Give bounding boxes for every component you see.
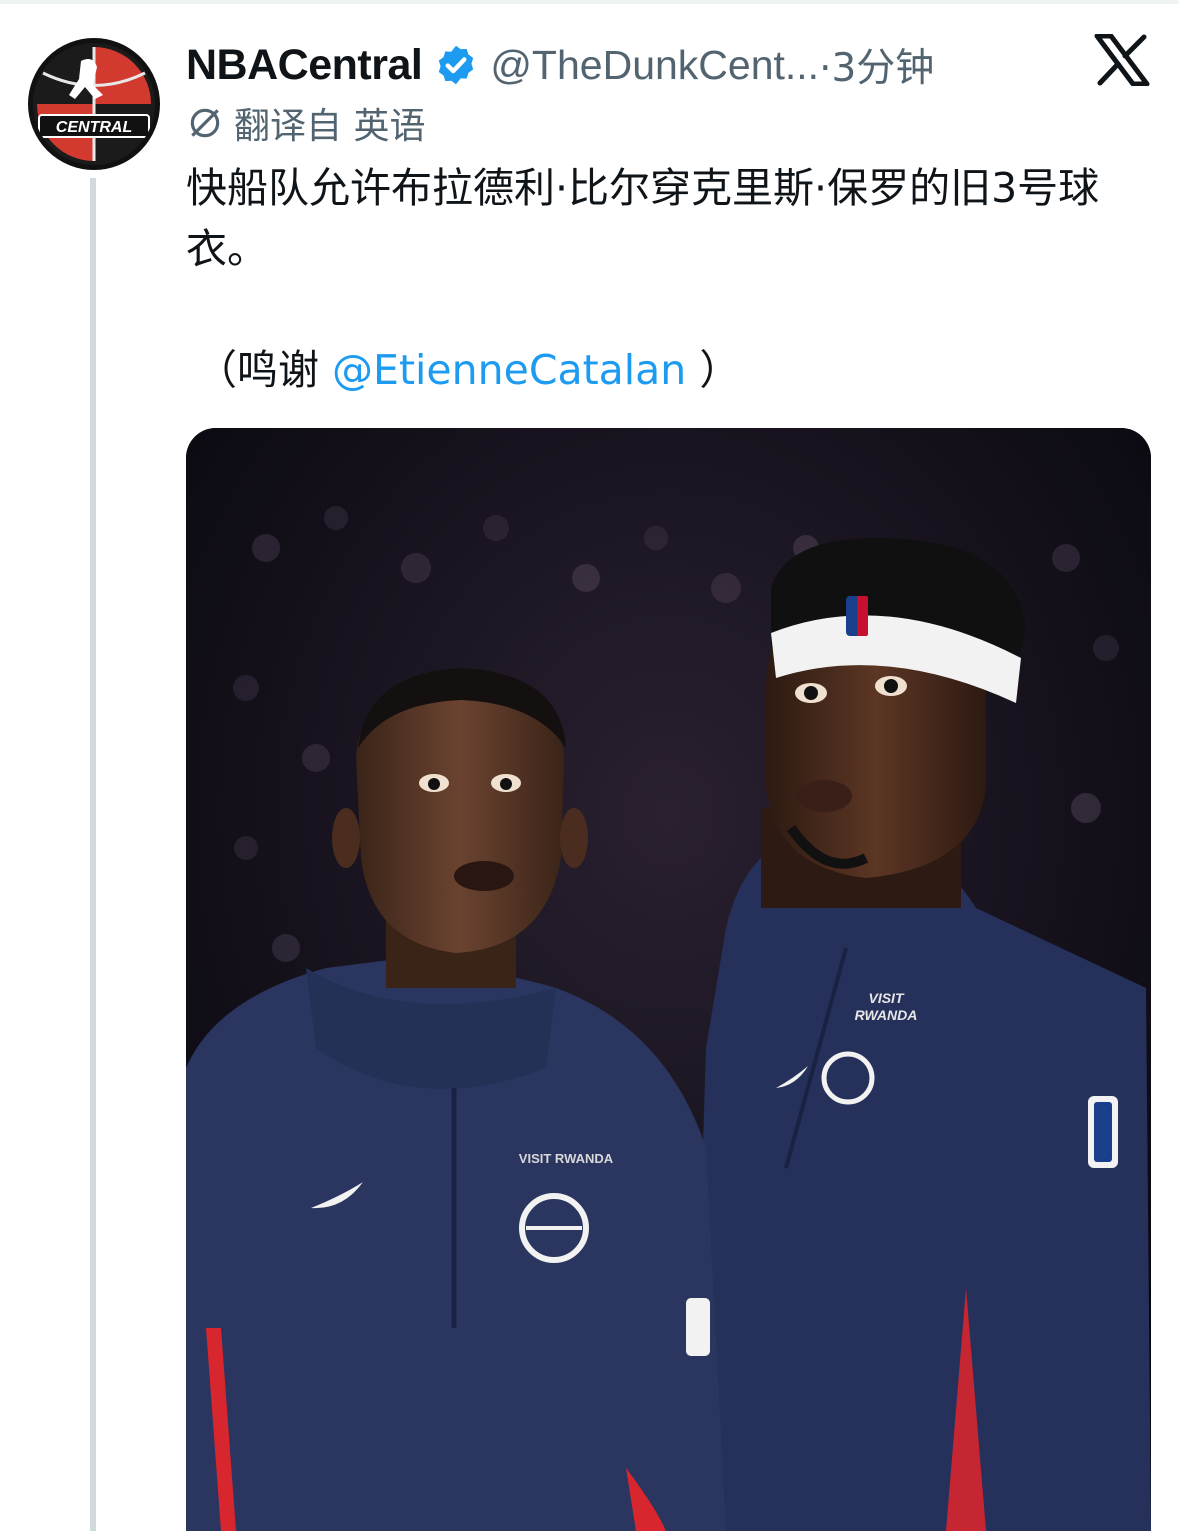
credit-open: （鸣谢 — [196, 346, 333, 394]
nbacentral-logo: CENTRAL — [33, 43, 155, 165]
credit-mention-link[interactable]: @EtienneCatalan — [332, 346, 686, 394]
avatar[interactable]: CENTRAL — [28, 38, 160, 170]
handle[interactable]: @TheDunkCent... — [490, 42, 819, 89]
display-name[interactable]: NBACentral — [186, 41, 423, 90]
verified-badge-icon — [439, 45, 474, 85]
translated-label: 翻译自 英语 — [234, 106, 426, 147]
logo-text: CENTRAL — [56, 119, 132, 136]
translated-from[interactable]: 翻译自 英语 — [186, 100, 426, 147]
tweet-page: CENTRAL NBACentral @TheDunkCent... ·3分钟 … — [0, 0, 1179, 1531]
left-chest-text: VISIT RWANDA — [519, 1151, 614, 1166]
photo-credit: （鸣谢 @EtienneCatalan ） — [196, 342, 740, 398]
tweet-photo[interactable]: VISIT RWANDA VISIT RWANDA — [186, 428, 1151, 1531]
players-photo: VISIT RWANDA VISIT RWANDA — [186, 428, 1151, 1531]
tweet-text: 快船队允许布拉德利·比尔穿克里斯·保罗的旧3号球衣。 — [186, 164, 1100, 273]
top-divider — [0, 0, 1179, 4]
thread-line — [90, 178, 96, 1531]
timestamp[interactable]: ·3分钟 — [819, 37, 934, 93]
x-logo-icon[interactable] — [1094, 34, 1150, 86]
right-chest-text-2: RWANDA — [855, 1007, 918, 1023]
right-chest-text-1: VISIT — [868, 990, 904, 1006]
credit-close: ） — [686, 346, 741, 394]
sleeve-nba-logo-left-icon — [686, 1298, 710, 1356]
tweet-header: NBACentral @TheDunkCent... ·3分钟 — [186, 36, 1016, 94]
translate-icon — [190, 108, 220, 138]
